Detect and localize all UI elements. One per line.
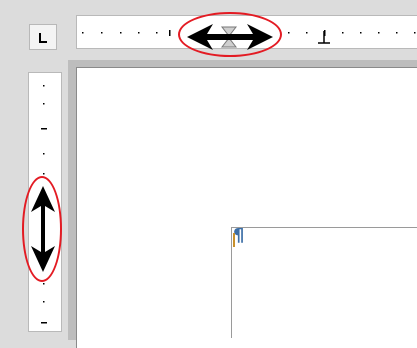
vertical-handle-highlight [22, 176, 62, 282]
tab-stop-marker-icon[interactable] [317, 31, 331, 47]
text-area-boundary[interactable] [231, 227, 417, 338]
horizontal-handle-highlight [178, 12, 282, 57]
tab-type-button[interactable] [29, 24, 57, 50]
tab-stop-icon [39, 33, 47, 43]
text-cursor [233, 233, 235, 247]
